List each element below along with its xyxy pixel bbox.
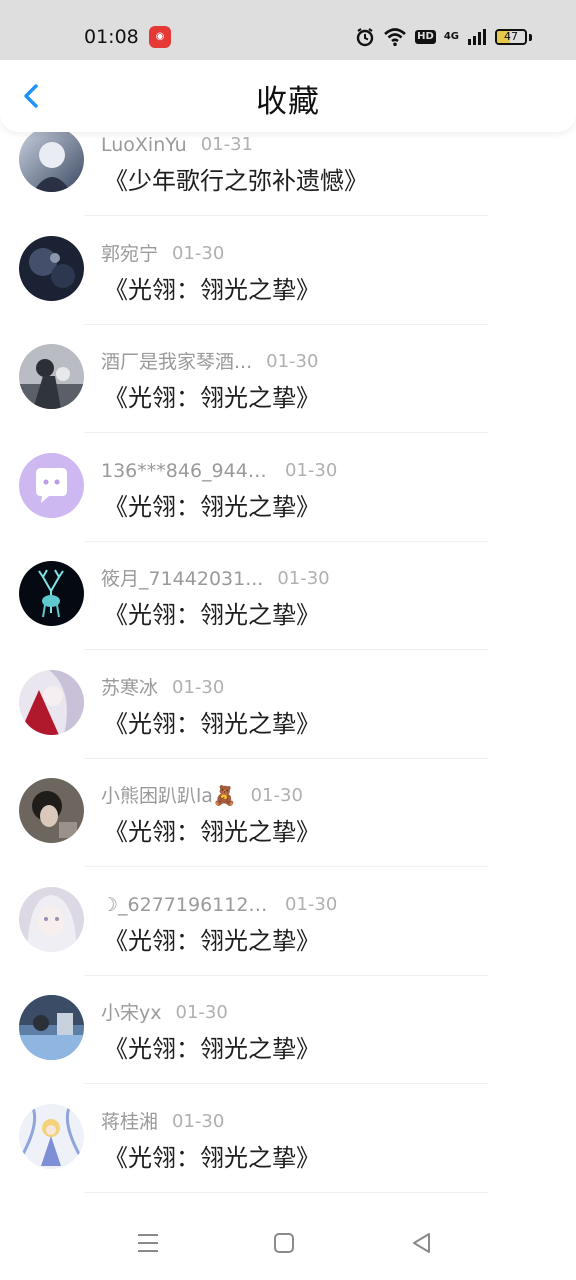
book-title: 《光翎：翎光之挚》 xyxy=(104,275,320,304)
avatar xyxy=(19,127,84,192)
menu-icon xyxy=(138,1234,158,1252)
alarm-icon xyxy=(356,28,374,47)
date: 01-30 xyxy=(172,676,225,698)
date: 01-31 xyxy=(200,134,254,155)
avatar xyxy=(19,886,84,952)
status-icons: HD 4G 47 xyxy=(355,24,532,50)
username: 筱月_71442031... xyxy=(101,568,264,590)
home-button[interactable] xyxy=(270,1229,298,1257)
avatar xyxy=(19,1103,84,1169)
status-bar: 01:08 ◉ HD 4G 47 xyxy=(0,0,576,60)
date: 01-30 xyxy=(266,351,319,372)
avatar xyxy=(19,235,84,301)
username: 136***846_9442... xyxy=(101,459,271,482)
divider xyxy=(84,757,488,759)
book-title: 《光翎：翎光之挚》 xyxy=(104,818,320,846)
divider xyxy=(84,1191,488,1193)
item-meta: ☽_62771961124... 01-30 xyxy=(101,890,337,920)
book-title: 《光翎：翎光之挚》 xyxy=(104,601,320,629)
date: 01-30 xyxy=(285,459,338,481)
list-item[interactable]: ☽_62771961124... 01-30 《光翎：翎光之挚》 xyxy=(0,886,576,995)
date: 01-30 xyxy=(172,242,225,264)
book-title: 《光翎：翎光之挚》 xyxy=(104,492,320,521)
signal-icon xyxy=(468,29,486,45)
app-notification-icon: ◉ xyxy=(149,26,171,48)
username: 小熊困趴趴la🧸 xyxy=(101,785,237,807)
list-item[interactable]: LuoXinYu 01-31 《少年歌行之弥补遗憾》 xyxy=(0,127,576,235)
battery-cap xyxy=(529,33,532,41)
wifi-icon xyxy=(384,28,407,47)
item-meta: 筱月_71442031... 01-30 xyxy=(101,564,330,594)
header: 收藏 xyxy=(0,60,576,132)
book-title: 《光翎：翎光之挚》 xyxy=(104,1143,320,1172)
username: 小宋yx xyxy=(101,1002,162,1024)
hd-indicator: HD xyxy=(415,30,436,44)
item-meta: 小宋yx 01-30 xyxy=(101,998,228,1028)
avatar xyxy=(19,995,84,1060)
username: 苏寒冰 xyxy=(101,676,159,699)
username: 郭宛宁 xyxy=(101,242,159,265)
username: LuoXinYu xyxy=(101,134,187,156)
avatar xyxy=(19,778,84,843)
nav-back-button[interactable] xyxy=(408,1229,436,1257)
divider xyxy=(84,974,488,976)
book-title: 《少年歌行之弥补遗憾》 xyxy=(104,167,368,195)
list-item[interactable]: 蒋桂湘 01-30 《光翎：翎光之挚》 xyxy=(0,1103,576,1212)
item-meta: 136***846_9442... 01-30 xyxy=(101,456,337,486)
page-title: 收藏 xyxy=(256,84,320,120)
list-item[interactable]: 小宋yx 01-30 《光翎：翎光之挚》 xyxy=(0,995,576,1103)
battery-icon: 47 xyxy=(495,29,527,45)
list-item[interactable]: 酒厂是我家琴酒... 01-30 《光翎：翎光之挚》 xyxy=(0,344,576,452)
battery-level: 47 xyxy=(504,30,518,43)
menu-button[interactable] xyxy=(134,1229,162,1257)
divider xyxy=(84,866,488,867)
username: 蒋桂湘 xyxy=(101,1110,159,1133)
list-item[interactable]: 郭宛宁 01-30 《光翎：翎光之挚》 xyxy=(0,235,576,344)
username: 酒厂是我家琴酒... xyxy=(101,351,253,373)
item-meta: 郭宛宁 01-30 xyxy=(101,239,224,269)
item-meta: 蒋桂湘 01-30 xyxy=(101,1107,224,1137)
date: 01-30 xyxy=(172,1110,225,1132)
network-type: 4G xyxy=(443,31,459,42)
username: ☽_62771961124... xyxy=(101,893,271,916)
status-time: 01:08 xyxy=(84,26,139,48)
divider xyxy=(84,323,488,325)
date: 01-30 xyxy=(285,893,338,915)
item-meta: 小熊困趴趴la🧸 01-30 xyxy=(101,781,303,811)
item-meta: 酒厂是我家琴酒... 01-30 xyxy=(101,347,318,377)
avatar xyxy=(19,344,84,409)
system-nav-bar xyxy=(0,1204,576,1280)
book-title: 《光翎：翎光之挚》 xyxy=(104,384,320,412)
date: 01-30 xyxy=(250,785,303,806)
list-item[interactable]: 136***846_9442... 01-30 《光翎：翎光之挚》 xyxy=(0,452,576,561)
book-title: 《光翎：翎光之挚》 xyxy=(104,1035,320,1063)
divider xyxy=(84,540,488,542)
list-item[interactable]: 苏寒冰 01-30 《光翎：翎光之挚》 xyxy=(0,669,576,778)
divider xyxy=(84,432,488,433)
home-square-icon xyxy=(274,1233,294,1253)
list-item[interactable]: 筱月_71442031... 01-30 《光翎：翎光之挚》 xyxy=(0,561,576,669)
item-meta: LuoXinYu 01-31 xyxy=(101,130,253,160)
date: 01-30 xyxy=(175,1002,228,1023)
avatar xyxy=(19,452,84,518)
back-triangle-icon xyxy=(413,1233,430,1253)
list-item[interactable]: 小熊困趴趴la🧸 01-30 《光翎：翎光之挚》 xyxy=(0,778,576,886)
divider xyxy=(84,649,488,650)
item-meta: 苏寒冰 01-30 xyxy=(101,673,224,703)
book-title: 《光翎：翎光之挚》 xyxy=(104,926,320,955)
date: 01-30 xyxy=(277,568,330,589)
book-title: 《光翎：翎光之挚》 xyxy=(104,709,320,738)
avatar xyxy=(19,561,84,626)
divider xyxy=(84,215,488,216)
avatar xyxy=(19,669,84,735)
divider xyxy=(84,1083,488,1084)
